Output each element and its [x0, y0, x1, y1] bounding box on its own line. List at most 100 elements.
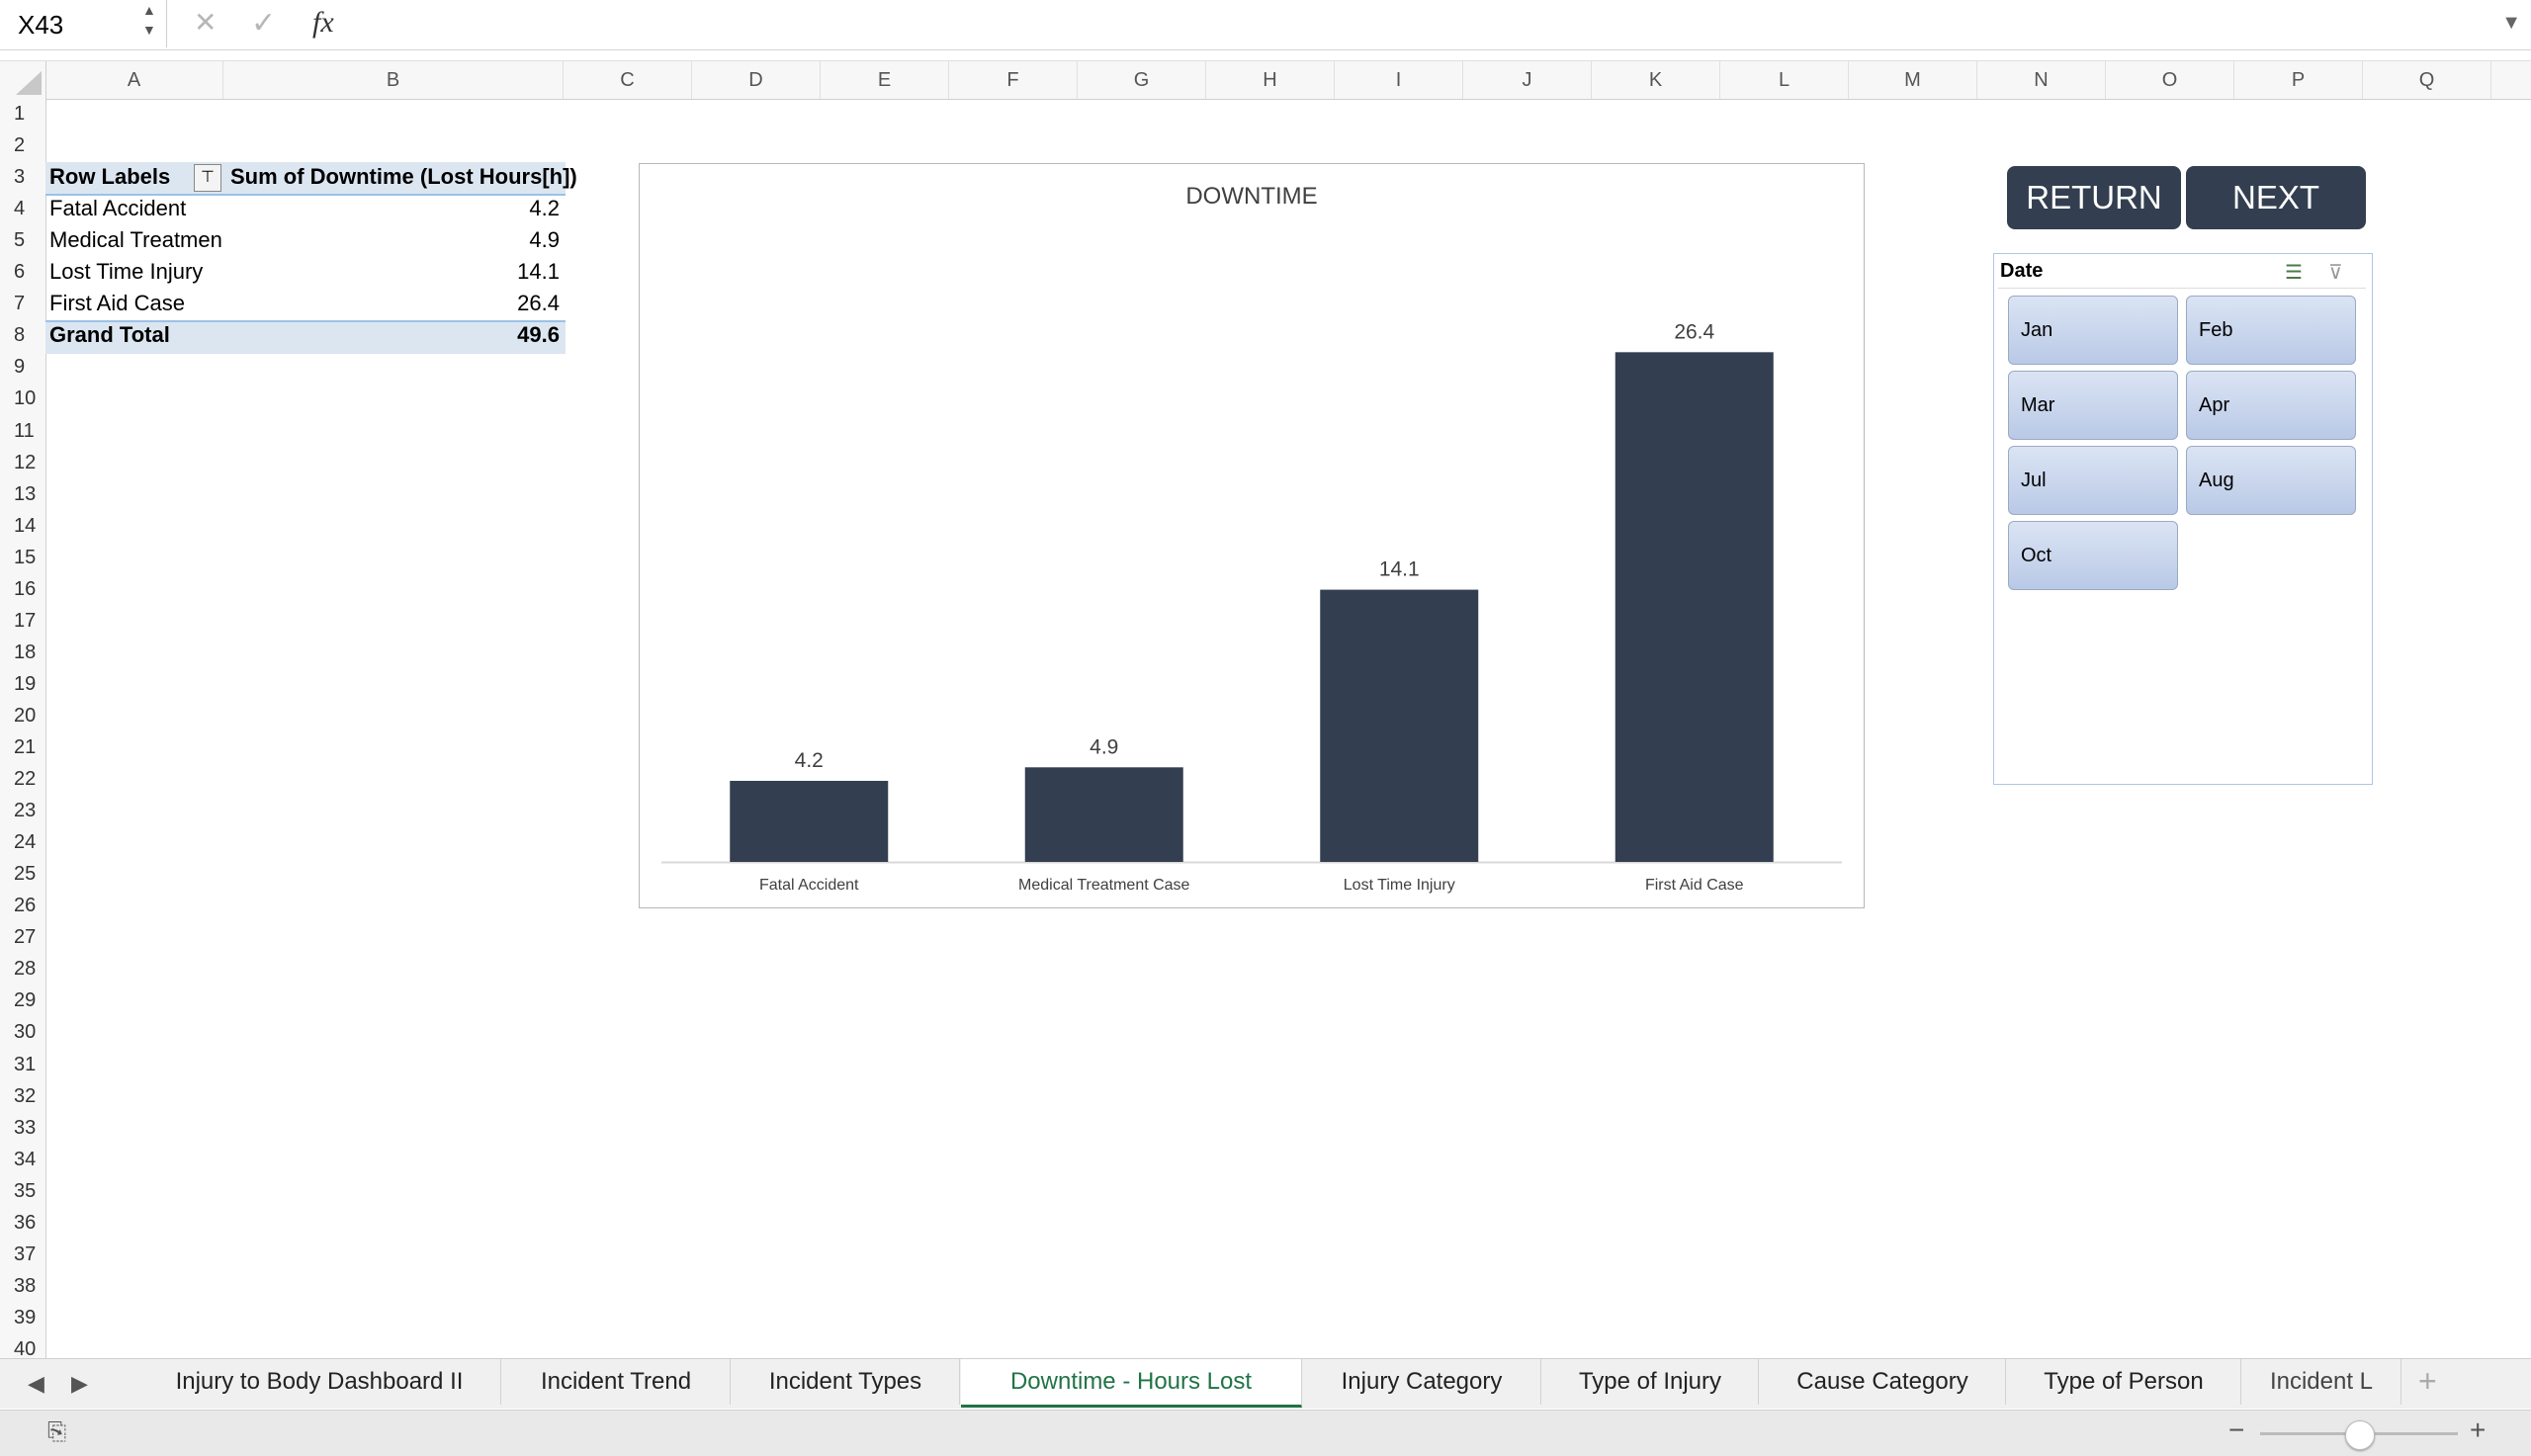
return-button[interactable]: RETURN [2007, 166, 2181, 229]
row-header[interactable]: 30 [0, 1021, 45, 1044]
slicer-item-jan[interactable]: Jan [2008, 296, 2178, 365]
spin-up-icon[interactable]: ▲ [142, 2, 156, 18]
row-header[interactable]: 16 [0, 578, 45, 601]
name-box[interactable]: X43 ▲ ▼ [0, 0, 167, 47]
column-header-f[interactable]: F [949, 61, 1078, 99]
row-header[interactable]: 15 [0, 547, 45, 569]
row-header[interactable]: 6 [0, 261, 45, 284]
row-header[interactable]: 29 [0, 989, 45, 1012]
pivot-value-header[interactable]: Sum of Downtime (Lost Hours[h]) [230, 164, 577, 190]
tab-downtime-hours-lost[interactable]: Downtime - Hours Lost [961, 1359, 1302, 1408]
fx-icon[interactable]: fx [312, 6, 334, 40]
bar-fatal-accident[interactable] [730, 780, 889, 862]
column-header-g[interactable]: G [1078, 61, 1206, 99]
row-header[interactable]: 19 [0, 673, 45, 696]
row-header[interactable]: 37 [0, 1243, 45, 1266]
chevron-down-icon[interactable]: ▼ [2501, 12, 2521, 35]
row-header[interactable]: 5 [0, 229, 45, 252]
row-header[interactable]: 11 [0, 420, 45, 443]
row-header[interactable]: 23 [0, 800, 45, 822]
row-header[interactable]: 26 [0, 895, 45, 917]
cancel-icon[interactable]: ✕ [194, 6, 217, 39]
slicer-item-jul[interactable]: Jul [2008, 446, 2178, 515]
row-header[interactable]: 2 [0, 134, 45, 157]
clear-filter-icon[interactable]: ⊽ [2328, 260, 2343, 285]
tab-incident-l[interactable]: Incident L [2242, 1359, 2401, 1405]
row-header[interactable]: 12 [0, 452, 45, 474]
row-header[interactable]: 33 [0, 1117, 45, 1140]
column-header-o[interactable]: O [2106, 61, 2234, 99]
row-header[interactable]: 36 [0, 1212, 45, 1235]
multi-select-icon[interactable]: ☰ [2285, 260, 2303, 285]
pivot-row-label[interactable]: Lost Time Injury [49, 259, 203, 285]
select-all-corner[interactable] [0, 61, 46, 99]
row-header[interactable]: 22 [0, 768, 45, 791]
date-slicer[interactable]: Date ☰ ⊽ Jan Feb Mar Apr Jul Aug Oct [1993, 253, 2373, 785]
scroll-left-icon[interactable]: ◀ [28, 1371, 44, 1397]
row-header[interactable]: 25 [0, 863, 45, 886]
row-header[interactable]: 32 [0, 1085, 45, 1108]
column-header-q[interactable]: Q [2363, 61, 2491, 99]
column-header-a[interactable]: A [45, 61, 223, 99]
pivot-row-value[interactable]: 14.1 [441, 259, 560, 285]
column-header-b[interactable]: B [223, 61, 564, 99]
row-header[interactable]: 28 [0, 958, 45, 981]
row-header[interactable]: 21 [0, 736, 45, 759]
name-box-value[interactable]: X43 [18, 10, 63, 41]
row-header[interactable]: 24 [0, 831, 45, 854]
spin-down-icon[interactable]: ▼ [142, 22, 156, 38]
pivot-row-label[interactable]: Fatal Accident [49, 196, 186, 221]
row-header[interactable]: 1 [0, 103, 45, 126]
row-header[interactable]: 27 [0, 926, 45, 949]
row-header[interactable]: 38 [0, 1275, 45, 1298]
pivot-row-value[interactable]: 4.2 [441, 196, 560, 221]
column-header-j[interactable]: J [1463, 61, 1592, 99]
column-header-n[interactable]: N [1977, 61, 2106, 99]
next-button[interactable]: NEXT [2186, 166, 2366, 229]
pivot-row-label[interactable]: First Aid Case [49, 291, 185, 316]
column-header-h[interactable]: H [1206, 61, 1335, 99]
row-header[interactable]: 9 [0, 356, 45, 379]
row-header[interactable]: 20 [0, 705, 45, 728]
pivot-row-labels-header[interactable]: Row Labels [49, 164, 170, 190]
row-header[interactable]: 4 [0, 198, 45, 220]
row-header[interactable]: 35 [0, 1180, 45, 1203]
tab-incident-trend[interactable]: Incident Trend [502, 1359, 731, 1405]
add-sheet-button[interactable]: + [2418, 1363, 2437, 1400]
row-header[interactable]: 17 [0, 610, 45, 633]
tab-type-of-injury[interactable]: Type of Injury [1542, 1359, 1759, 1405]
tab-injury-category[interactable]: Injury Category [1303, 1359, 1541, 1405]
column-header-d[interactable]: D [692, 61, 821, 99]
row-header[interactable]: 3 [0, 166, 45, 189]
row-header[interactable]: 14 [0, 515, 45, 538]
slicer-item-aug[interactable]: Aug [2186, 446, 2356, 515]
zoom-slider-thumb[interactable] [2345, 1420, 2375, 1450]
column-header-e[interactable]: E [821, 61, 949, 99]
filter-icon[interactable]: ⊤ [194, 164, 221, 192]
slicer-item-oct[interactable]: Oct [2008, 521, 2178, 590]
row-header[interactable]: 8 [0, 324, 45, 347]
row-header[interactable]: 34 [0, 1149, 45, 1171]
pivot-row-label[interactable]: Medical Treatmen [49, 227, 222, 253]
column-header-l[interactable]: L [1720, 61, 1849, 99]
column-header-k[interactable]: K [1592, 61, 1720, 99]
downtime-chart[interactable]: DOWNTIME 4.2 Fatal Accident 4.9 Medical Trea… [639, 163, 1865, 908]
zoom-in-button[interactable]: + [2470, 1414, 2486, 1446]
bar-lost-time-injury[interactable] [1320, 589, 1479, 862]
row-header[interactable]: 7 [0, 293, 45, 315]
row-header[interactable]: 31 [0, 1054, 45, 1076]
row-header[interactable]: 13 [0, 483, 45, 506]
scroll-right-icon[interactable]: ▶ [71, 1371, 88, 1397]
bar-medical-treatment-case[interactable] [1024, 767, 1183, 862]
tab-incident-types[interactable]: Incident Types [732, 1359, 960, 1405]
bar-first-aid-case[interactable] [1615, 352, 1774, 862]
tab-type-of-person[interactable]: Type of Person [2007, 1359, 2241, 1405]
pivot-total-label[interactable]: Grand Total [49, 322, 170, 348]
row-header[interactable]: 18 [0, 642, 45, 664]
slicer-item-mar[interactable]: Mar [2008, 371, 2178, 440]
enter-icon[interactable]: ✓ [251, 6, 276, 41]
slicer-item-feb[interactable]: Feb [2186, 296, 2356, 365]
page-layout-icon[interactable]: ⎘ [47, 1418, 66, 1446]
column-header-i[interactable]: I [1335, 61, 1463, 99]
tab-injury-to-body-dashboard-ii[interactable]: Injury to Body Dashboard II [138, 1359, 501, 1405]
